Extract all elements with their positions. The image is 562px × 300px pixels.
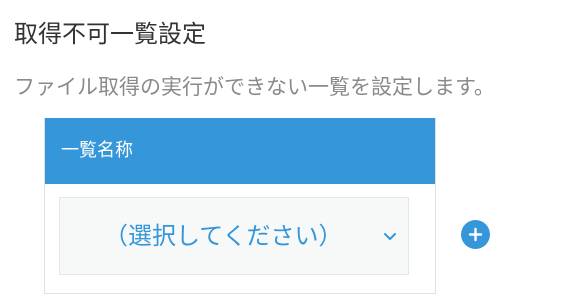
list-name-select[interactable]: （選択してください） xyxy=(59,197,409,275)
select-selected-value: （選択してください） xyxy=(104,222,343,250)
plus-icon xyxy=(468,227,483,242)
list-table: 一覧名称 （選択してください） xyxy=(44,118,436,294)
page-description: ファイル取得の実行ができない一覧を設定します。 xyxy=(14,75,495,99)
chevron-down-icon xyxy=(382,228,398,244)
page-title: 取得不可一覧設定 xyxy=(14,20,206,48)
table-column-header: 一覧名称 xyxy=(45,118,435,184)
add-row-button[interactable] xyxy=(461,220,490,249)
